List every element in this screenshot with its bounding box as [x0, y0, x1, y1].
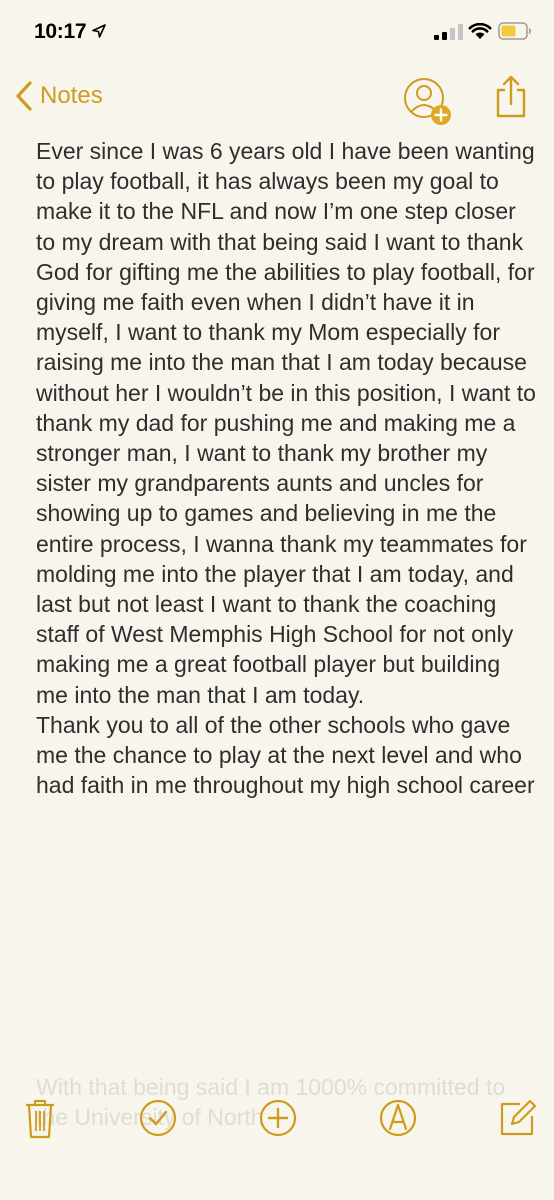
battery-icon — [498, 22, 531, 40]
status-time: 10:17 — [34, 20, 87, 43]
bottom-toolbar — [0, 1088, 554, 1148]
chevron-left-icon — [16, 81, 32, 111]
back-button-label: Notes — [40, 82, 103, 109]
sketch-icon[interactable] — [376, 1096, 420, 1140]
add-people-icon[interactable] — [402, 76, 454, 128]
back-button[interactable]: Notes — [14, 80, 103, 112]
nav-bar: Notes — [0, 62, 554, 138]
checklist-icon[interactable] — [136, 1096, 180, 1140]
compose-icon[interactable] — [496, 1096, 540, 1140]
trash-icon[interactable] — [18, 1096, 62, 1140]
wifi-icon — [468, 22, 492, 39]
share-icon[interactable] — [494, 74, 528, 120]
note-paragraph: Ever since I was 6 years old I have been… — [36, 138, 536, 708]
location-arrow-icon — [92, 24, 106, 38]
note-body[interactable]: Ever since I was 6 years old I have been… — [36, 136, 536, 800]
add-icon[interactable] — [256, 1096, 300, 1140]
status-bar: 10:17 — [0, 0, 554, 62]
cellular-signal-icon — [434, 24, 463, 40]
note-paragraph: Thank you to all of the other schools wh… — [36, 711, 535, 799]
